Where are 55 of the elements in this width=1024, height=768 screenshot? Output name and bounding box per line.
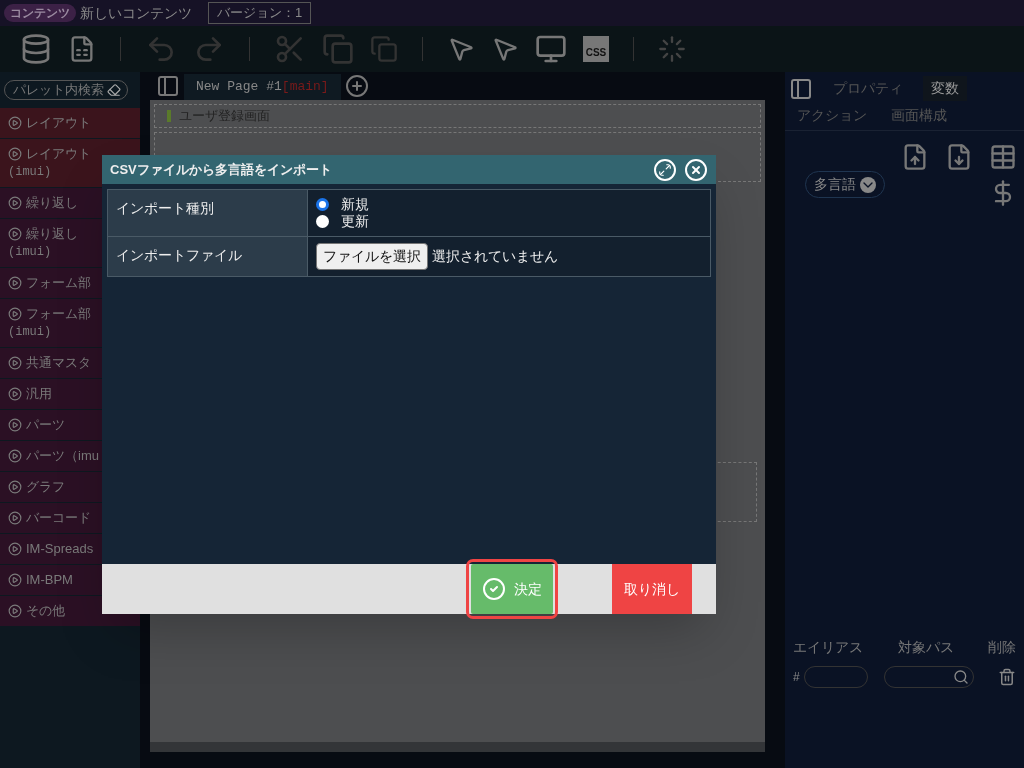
tab-label: New Page #1 (196, 78, 282, 97)
content-badge: コンテンツ (4, 4, 76, 22)
category-label: フォーム部 (26, 274, 91, 292)
panel-toggle-icon[interactable] (789, 76, 813, 101)
radio-label: 更新 (341, 213, 369, 230)
radio-button[interactable] (316, 198, 329, 211)
search-icon (953, 669, 970, 685)
panel-tab[interactable]: 変数 (923, 76, 967, 101)
choose-file-button[interactable]: ファイルを選択 (316, 243, 428, 270)
check-icon (482, 577, 506, 601)
category-label: 繰り返し (26, 194, 78, 212)
eraser-icon[interactable] (107, 83, 121, 97)
category-sublabel: (imui) (8, 244, 52, 261)
category-label: 汎用 (26, 385, 52, 403)
radio-button[interactable] (316, 215, 329, 228)
category-sublabel: (imui) (8, 324, 52, 341)
column-header: エイリアス (793, 638, 863, 657)
panel-tab[interactable]: プロパティ (825, 76, 911, 101)
category-label: バーコード (26, 509, 91, 527)
table-icon[interactable] (989, 143, 1017, 171)
category-label: レイアウト (26, 145, 91, 163)
monitor-icon[interactable] (535, 33, 567, 65)
category-label: その他 (26, 602, 65, 620)
maximize-icon[interactable] (654, 158, 676, 181)
category-label: パーツ（imu (26, 447, 99, 465)
content-title: 新しいコンテンツ (80, 3, 192, 23)
category-label: IM-BPM (26, 571, 73, 589)
delete-icon[interactable] (998, 667, 1016, 687)
database-icon[interactable] (20, 33, 52, 65)
caret-icon (860, 176, 876, 193)
panel-tab[interactable]: アクション (789, 101, 875, 130)
category-sublabel: (imui) (8, 164, 52, 181)
palette-category[interactable]: レイアウト (0, 108, 140, 138)
close-icon[interactable] (684, 157, 708, 182)
radio-label: 新規 (341, 196, 369, 213)
page-tab[interactable]: New Page #1[main] (184, 74, 341, 100)
category-label: IM-Spreads (26, 540, 94, 558)
add-page-icon[interactable] (344, 74, 369, 98)
category-label: パーツ (26, 416, 65, 434)
alias-prefix: # (793, 669, 800, 686)
file-status: 選択されていません (432, 247, 558, 266)
category-label: 共通マスタ (26, 354, 91, 372)
branch-label: [main] (281, 78, 329, 97)
panel-tab[interactable]: 画面構成 (883, 101, 955, 130)
cancel-button[interactable]: 取り消し (612, 564, 692, 614)
column-header: 削除 (988, 638, 1016, 657)
alias-field[interactable] (803, 666, 868, 688)
category-label: 繰り返し (26, 225, 78, 243)
collapse-panel-icon[interactable] (156, 74, 180, 98)
category-label: グラフ (26, 478, 65, 496)
css-icon[interactable]: CSS (583, 36, 609, 62)
column-header: 対象パス (897, 638, 954, 657)
category-label: レイアウト (26, 114, 91, 132)
version-label: バージョン：1 (208, 2, 312, 24)
category-label: フォーム部 (26, 305, 91, 323)
